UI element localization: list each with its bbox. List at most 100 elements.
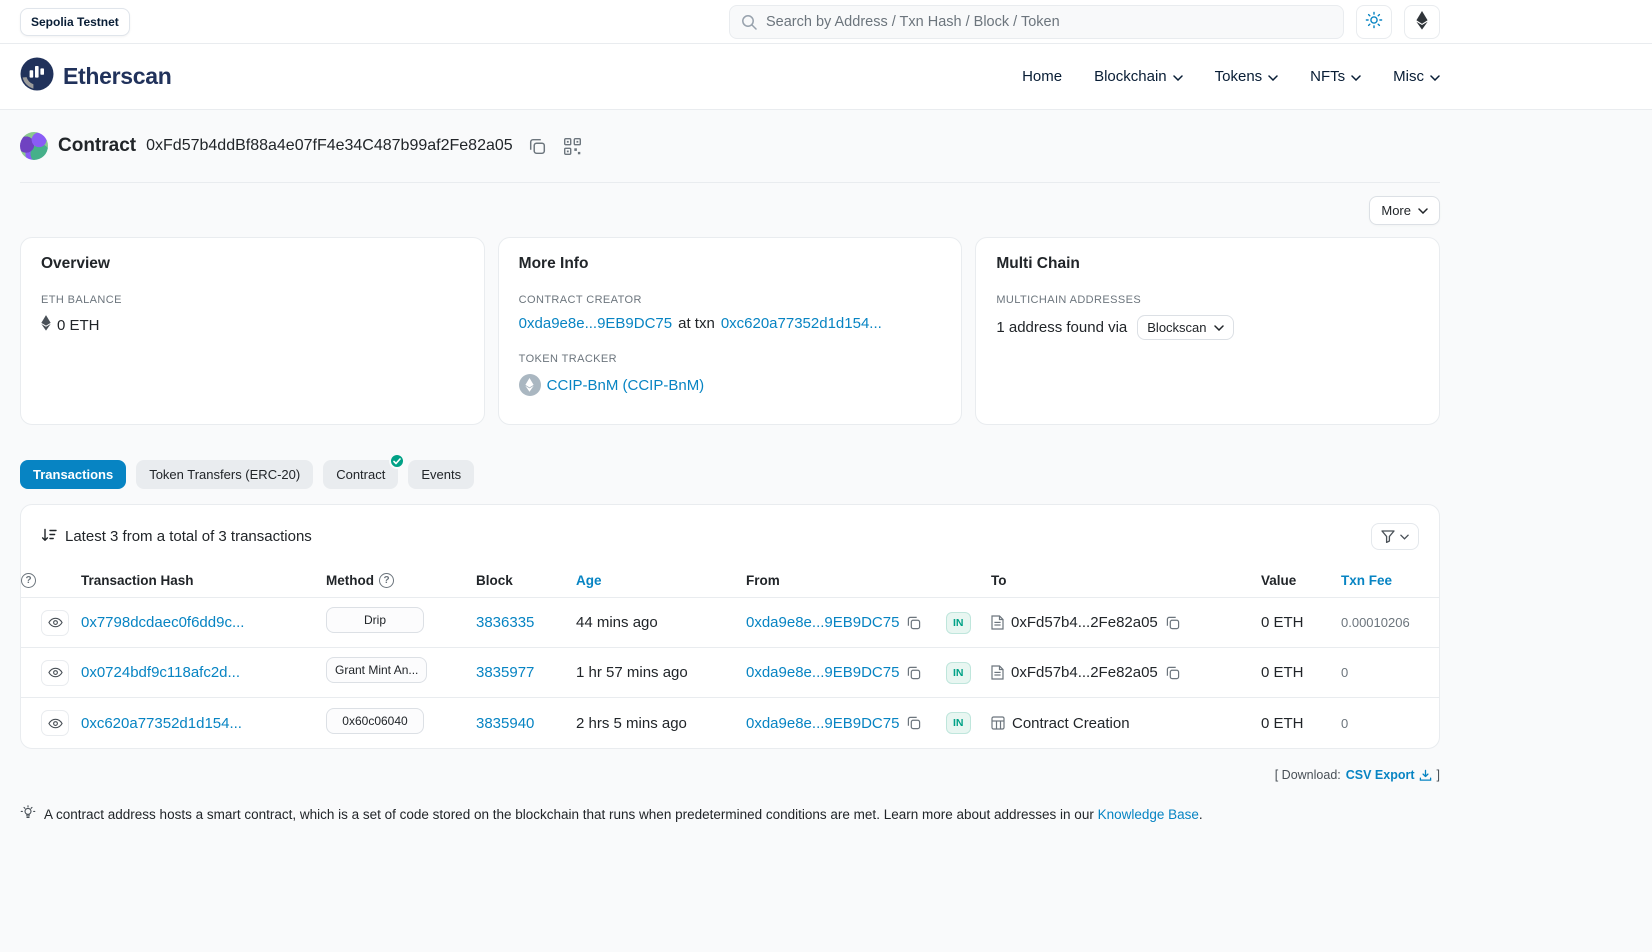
contract-creation-icon: [991, 716, 1005, 730]
age-text: 1 hr 57 mins ago: [576, 664, 746, 681]
direction-badge: IN: [946, 662, 971, 684]
main-nav: Home Blockchain Tokens NFTs Misc: [1022, 68, 1440, 85]
from-address-link[interactable]: 0xda9e8e...9EB9DC75: [746, 664, 899, 681]
col-txn-fee[interactable]: Txn Fee: [1341, 564, 1439, 597]
table-header-row: ? Transaction Hash Method? Block Age Fro…: [21, 564, 1439, 598]
preview-tx-button[interactable]: [41, 710, 69, 736]
txn-fee-text: 0.00010206: [1341, 615, 1439, 630]
network-badge[interactable]: Sepolia Testnet: [20, 8, 130, 36]
more-info-title: More Info: [519, 255, 942, 273]
gas-tracker-button[interactable]: [1404, 5, 1440, 39]
from-address-link[interactable]: 0xda9e8e...9EB9DC75: [746, 614, 899, 631]
download-suffix: ]: [1437, 768, 1440, 782]
nav-home[interactable]: Home: [1022, 68, 1062, 85]
sort-desc-icon: [41, 528, 57, 546]
chevron-down-icon: [1418, 208, 1428, 214]
footnote-text: A contract address hosts a smart contrac…: [44, 807, 1094, 822]
copy-from-button[interactable]: [906, 665, 922, 681]
copy-to-button[interactable]: [1165, 615, 1181, 631]
preview-tx-button[interactable]: [41, 660, 69, 686]
tab-contract[interactable]: Contract: [323, 460, 398, 489]
eth-balance-label: ETH BALANCE: [41, 294, 464, 306]
copy-to-button[interactable]: [1165, 665, 1181, 681]
nav-tokens[interactable]: Tokens: [1215, 68, 1279, 85]
contract-creator-label: CONTRACT CREATOR: [519, 294, 942, 306]
knowledge-base-link[interactable]: Knowledge Base: [1098, 807, 1199, 822]
tx-hash-link[interactable]: 0xc620a77352d1d154...: [81, 715, 242, 732]
tab-token-transfers[interactable]: Token Transfers (ERC-20): [136, 460, 313, 489]
value-text: 0 ETH: [1261, 715, 1341, 732]
nav-misc[interactable]: Misc: [1393, 68, 1440, 85]
to-address-text: 0xFd57b4...2Fe82a05: [1011, 614, 1158, 631]
value-text: 0 ETH: [1261, 664, 1341, 681]
footnote-period: .: [1199, 807, 1203, 822]
help-icon[interactable]: ?: [379, 573, 394, 588]
from-address-link[interactable]: 0xda9e8e...9EB9DC75: [746, 715, 899, 732]
eye-icon: [48, 617, 63, 628]
tab-transactions[interactable]: Transactions: [20, 460, 126, 489]
search-input[interactable]: [729, 5, 1344, 39]
chevron-down-icon: [1400, 534, 1409, 540]
theme-toggle-button[interactable]: [1356, 5, 1392, 39]
chevron-down-icon: [1173, 75, 1183, 81]
more-button[interactable]: More: [1369, 196, 1440, 225]
chevron-down-icon: [1214, 325, 1224, 331]
creator-address-link[interactable]: 0xda9e8e...9EB9DC75: [519, 315, 672, 332]
direction-badge: IN: [946, 612, 971, 634]
txn-fee-text: 0: [1341, 716, 1439, 731]
etherscan-logo-icon: [20, 57, 54, 96]
overview-card: Overview ETH BALANCE 0 ETH: [20, 237, 485, 425]
block-link[interactable]: 3836335: [476, 614, 534, 631]
top-bar: Sepolia Testnet: [0, 0, 1652, 44]
copy-icon: [1166, 666, 1180, 680]
table-row: 0x0724bdf9c118afc2d... Grant Mint An... …: [21, 648, 1439, 698]
etherscan-logo[interactable]: Etherscan: [20, 57, 172, 96]
eye-icon: [48, 718, 63, 729]
copy-address-button[interactable]: [527, 136, 548, 157]
copy-icon: [907, 666, 921, 680]
copy-icon: [907, 716, 921, 730]
contract-footnote: A contract address hosts a smart contrac…: [20, 805, 1440, 884]
to-address-text: 0xFd57b4...2Fe82a05: [1011, 664, 1158, 681]
to-address-text: Contract Creation: [1012, 715, 1130, 732]
block-link[interactable]: 3835977: [476, 664, 534, 681]
download-icon: [1419, 769, 1432, 782]
method-badge[interactable]: Drip: [326, 607, 424, 633]
qr-code-icon: [564, 138, 581, 155]
more-info-card: More Info CONTRACT CREATOR 0xda9e8e...9E…: [498, 237, 963, 425]
contract-file-icon: [991, 665, 1004, 680]
tx-hash-link[interactable]: 0x0724bdf9c118afc2d...: [81, 664, 240, 681]
transactions-panel: Latest 3 from a total of 3 transactions …: [20, 504, 1440, 749]
lightbulb-icon: [20, 805, 36, 824]
multichain-addresses-label: MULTICHAIN ADDRESSES: [996, 294, 1419, 306]
col-method: Method: [326, 573, 374, 588]
contract-title-row: Contract 0xFd57b4ddBf88a4e07fF4e34C487b9…: [20, 110, 1440, 160]
block-link[interactable]: 3835940: [476, 715, 534, 732]
table-row: 0xc620a77352d1d154... 0x60c06040 3835940…: [21, 698, 1439, 748]
qr-code-button[interactable]: [562, 136, 583, 157]
filter-button[interactable]: [1371, 523, 1419, 550]
token-tracker-link[interactable]: CCIP-BnM (CCIP-BnM): [547, 377, 705, 394]
method-badge[interactable]: 0x60c06040: [326, 708, 424, 734]
nav-nfts[interactable]: NFTs: [1310, 68, 1361, 85]
creation-txn-link[interactable]: 0xc620a77352d1d154...: [721, 315, 882, 332]
multichain-provider-select[interactable]: Blockscan: [1137, 315, 1233, 340]
col-age[interactable]: Age: [576, 564, 746, 597]
search-bar: [729, 5, 1344, 39]
verified-check-icon: [389, 453, 405, 469]
page-title: Contract: [58, 135, 136, 157]
eth-icon: [41, 315, 51, 335]
method-badge[interactable]: Grant Mint An...: [326, 657, 427, 683]
copy-from-button[interactable]: [906, 615, 922, 631]
address-avatar: [20, 132, 48, 160]
csv-export-link[interactable]: CSV Export: [1346, 768, 1432, 782]
copy-from-button[interactable]: [906, 715, 922, 731]
preview-tx-button[interactable]: [41, 610, 69, 636]
tx-hash-link[interactable]: 0x7798dcdaec0f6dd9c...: [81, 614, 244, 631]
eth-balance-value: 0 ETH: [57, 317, 100, 334]
help-icon[interactable]: ?: [21, 573, 36, 588]
at-txn-text: at txn: [678, 315, 715, 332]
nav-blockchain[interactable]: Blockchain: [1094, 68, 1183, 85]
filter-funnel-icon: [1381, 530, 1395, 543]
tab-events[interactable]: Events: [408, 460, 474, 489]
